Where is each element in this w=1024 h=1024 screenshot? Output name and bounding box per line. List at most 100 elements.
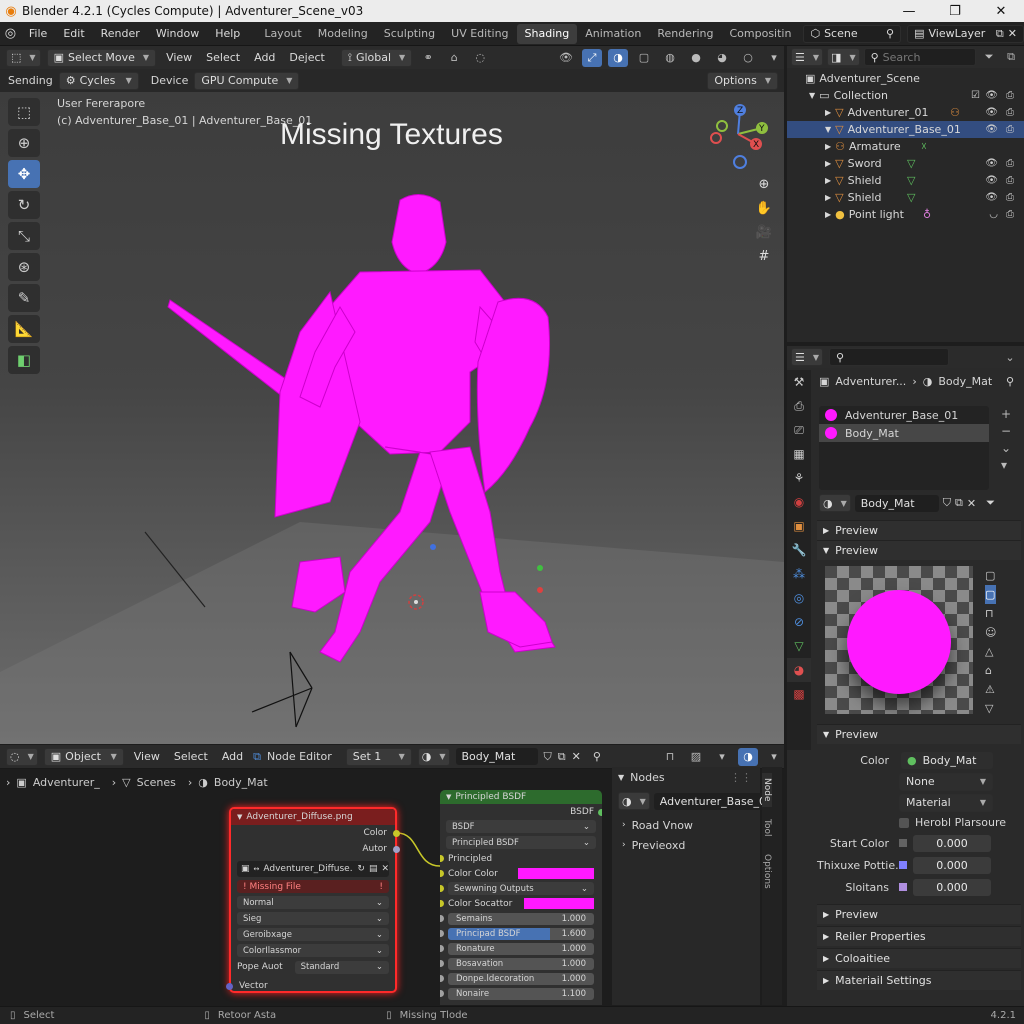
tab-layout[interactable]: Layout xyxy=(256,24,309,44)
camera-icon[interactable]: ⎙ xyxy=(1006,124,1014,135)
tab-compositing[interactable]: Compositin xyxy=(721,24,799,44)
outliner-item-shield-2[interactable]: ▶ ▽ Shield ▽ 👁 ⎙ xyxy=(787,189,1024,206)
sidebar-tab-tool[interactable]: Tool xyxy=(762,811,772,845)
material-shading-icon[interactable]: ◕ xyxy=(712,49,732,67)
active-node-field[interactable]: Adventurer_Base_01 xyxy=(653,792,773,810)
rendered-shading-icon[interactable]: ○ xyxy=(738,49,758,67)
panel-coloaitiee[interactable]: ▶ Coloaitiee xyxy=(817,948,1021,968)
tool-tab-icon[interactable]: ⚒ xyxy=(787,370,811,394)
remove-slot-icon[interactable]: − xyxy=(1001,423,1011,440)
duplicate-icon[interactable]: ⧉ xyxy=(955,496,963,510)
preview-hair-icon[interactable]: △ xyxy=(985,642,996,661)
preview-sphere-icon[interactable]: ▢ xyxy=(985,585,997,604)
properties-editor-type[interactable]: ☰ ▼ xyxy=(791,348,824,366)
camera-icon[interactable]: ⎙ xyxy=(1006,209,1014,220)
render-tab-icon[interactable]: ⎙ xyxy=(787,394,811,418)
pin-icon[interactable]: ⚲ xyxy=(1006,375,1014,388)
preview-fluid-icon[interactable]: ▽ xyxy=(985,699,996,718)
sewwning-dropdown[interactable]: Sewwning Outputs ⌄ xyxy=(448,882,594,895)
thixuxe-field[interactable]: 0.000 xyxy=(913,856,991,874)
tab-animation[interactable]: Animation xyxy=(577,24,649,44)
alpha-mode-dropdown[interactable]: Standard ⌄ xyxy=(294,960,389,974)
xray-icon[interactable]: ▢ xyxy=(634,49,654,67)
checkbox-icon[interactable]: ☑ xyxy=(971,90,980,101)
add-cube-tool-icon[interactable]: ◧ xyxy=(8,346,40,374)
shader-node-editor[interactable]: ◌ ▼ ▣ Object ▼ View Select Add ⧉ Node Editor… xyxy=(0,745,784,1005)
distribution-dropdown[interactable]: BSDF ⌄ xyxy=(446,820,596,833)
measure-tool-icon[interactable]: 📐 xyxy=(8,315,40,343)
pin-icon[interactable]: ⚲ xyxy=(886,27,894,40)
tab-shading[interactable]: Shading xyxy=(516,23,578,44)
grid-view-icon[interactable]: # xyxy=(752,244,776,268)
sloitans-field[interactable]: 0.000 xyxy=(913,878,991,896)
outliner-editor-type[interactable]: ☰ ▼ xyxy=(791,48,824,66)
chevron-down-icon[interactable]: ⌄ xyxy=(1001,440,1011,457)
close-icon[interactable]: ✕ xyxy=(1008,27,1017,40)
unlink-close-icon[interactable]: ✕ xyxy=(967,497,976,510)
chevron-down-icon[interactable]: ⌄ xyxy=(1000,348,1020,366)
constraints-tab-icon[interactable]: ⊘ xyxy=(787,610,811,634)
menu-file[interactable]: File xyxy=(21,27,55,40)
navigation-gizmo[interactable]: Y Z X xyxy=(700,98,780,178)
options-dropdown[interactable]: Options ▼ xyxy=(707,71,778,90)
scene-selector[interactable]: ⬡ Scene ⚲ xyxy=(803,24,902,43)
color-swatch[interactable] xyxy=(524,898,594,909)
material-name-field[interactable]: Body_Mat xyxy=(854,494,939,512)
modifier-tab-icon[interactable]: 🔧 xyxy=(787,538,811,562)
principad-slider[interactable]: Principad BSDF 1.600 xyxy=(448,927,594,940)
panel-collapsed-preview[interactable]: ▶ Preview xyxy=(817,904,1021,924)
camera-icon[interactable]: ⎙ xyxy=(1006,90,1014,101)
camera-icon[interactable]: ⎙ xyxy=(1006,107,1014,118)
menu-render[interactable]: Render xyxy=(93,27,148,40)
socket-dot[interactable] xyxy=(440,855,444,862)
viewport-menu-select[interactable]: Select xyxy=(202,51,244,64)
interpolation-dropdown[interactable]: Normal ⌄ xyxy=(237,896,389,909)
close-button[interactable]: ✕ xyxy=(978,0,1024,22)
display-mode-dropdown[interactable]: ◨ ▼ xyxy=(827,48,860,66)
overlay-toggle-icon[interactable]: ◑ xyxy=(608,48,628,67)
filter-icon[interactable]: ⏷ xyxy=(980,48,998,66)
color-link-field[interactable]: ● Body_Mat xyxy=(901,752,993,769)
panel-preview-header[interactable]: ▶ Preview xyxy=(817,520,1021,540)
select-box-tool-icon[interactable]: ⬚ xyxy=(8,98,40,126)
semains-slider[interactable]: Semains 1.000 xyxy=(448,912,594,925)
outliner-item-adventurer-01[interactable]: ▶ ▽ Adventurer_01 ⚇ 👁 ⎙ xyxy=(787,104,1024,121)
eye-hidden-icon[interactable]: ◡ xyxy=(989,209,998,220)
menu-help[interactable]: Help xyxy=(207,27,248,40)
image-selector[interactable]: ▣ ↔ Adventurer_Diffuse... ↻ ▤ ✕ xyxy=(237,861,389,877)
proportional-edit-icon[interactable]: ◌ xyxy=(470,49,490,67)
select-mode-dropdown[interactable]: ▣ Select Move ▼ xyxy=(46,48,157,67)
view-layer-tab-icon[interactable]: ▦ xyxy=(787,442,811,466)
fake-user-shield-icon[interactable]: ⛉ xyxy=(943,496,951,510)
scene-tab-icon[interactable]: ⚘ xyxy=(787,466,811,490)
folder-icon[interactable]: ▤ xyxy=(369,864,378,874)
sidebar-tab-options[interactable]: Options xyxy=(762,849,772,893)
annotate-tool-icon[interactable]: ✎ xyxy=(8,284,40,312)
pivot-icon[interactable]: ⚭ xyxy=(418,49,438,67)
node-header[interactable]: ▼ Principled BSDF xyxy=(440,790,602,804)
camera-icon[interactable]: ⎙ xyxy=(1006,175,1014,186)
socket-dot[interactable] xyxy=(393,829,400,837)
reload-icon[interactable]: ↻ xyxy=(357,864,365,874)
nonaire-slider[interactable]: Nonaire 1.100 xyxy=(448,987,594,1000)
properties-search[interactable]: ⚲ xyxy=(829,348,950,366)
view-layer-selector[interactable]: ▤ ViewLayer ⧉ ✕ xyxy=(907,24,1024,43)
socket-dot[interactable] xyxy=(440,945,444,952)
socket-dot[interactable] xyxy=(440,870,444,877)
menu-window[interactable]: Window xyxy=(148,27,207,40)
socket-dot[interactable] xyxy=(440,990,444,997)
node-header[interactable]: ▼ Adventurer_Diffuse.png xyxy=(231,809,395,825)
world-tab-icon[interactable]: ◉ xyxy=(787,490,811,514)
bosavation-slider[interactable]: Bosavation 1.000 xyxy=(448,957,594,970)
material-tab-icon[interactable]: ◕ xyxy=(787,658,811,682)
preview-cloth-icon[interactable]: ⚠ xyxy=(985,680,996,699)
pan-hand-icon[interactable]: ✋ xyxy=(752,196,776,220)
material-slot[interactable]: Adventurer_Base_01 xyxy=(819,406,989,424)
socket-dot[interactable] xyxy=(440,930,444,937)
viewport-menu-object[interactable]: Deject xyxy=(285,51,328,64)
panel-reiler-properties[interactable]: ▶ Reiler Properties xyxy=(817,926,1021,946)
colorspace-dropdown[interactable]: ColorIlassmor ⌄ xyxy=(237,944,389,957)
panel-surface-header[interactable]: ▼ Preview xyxy=(817,724,1021,744)
sidebar-item[interactable]: › Previeoxd xyxy=(612,835,760,855)
extension-dropdown[interactable]: Geroibxage ⌄ xyxy=(237,928,389,941)
